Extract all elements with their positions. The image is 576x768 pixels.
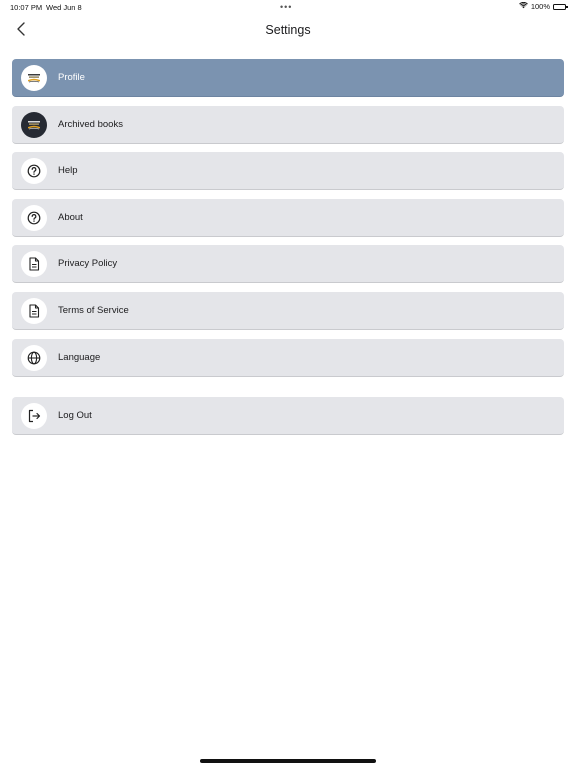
menu-item-archived-books[interactable]: Archived books xyxy=(12,105,564,144)
home-indicator[interactable] xyxy=(200,759,376,763)
menu-item-label: Privacy Policy xyxy=(58,258,118,270)
logout-icon xyxy=(21,402,47,429)
menu-item-privacy-policy[interactable]: Privacy Policy xyxy=(12,245,564,284)
wifi-icon xyxy=(518,1,528,11)
page-title: Settings xyxy=(265,23,311,37)
document-icon xyxy=(21,251,47,278)
menu-item-label: Log Out xyxy=(58,409,92,421)
menu-item-label: Terms of Service xyxy=(58,304,129,316)
menu-item-profile[interactable]: Profile xyxy=(12,59,564,97)
question-circle-icon xyxy=(21,158,47,185)
document-icon xyxy=(21,297,47,324)
status-right: 100% xyxy=(518,1,568,11)
question-circle-icon xyxy=(21,204,47,231)
globe-icon xyxy=(21,344,47,371)
book-logo-icon xyxy=(21,111,47,138)
menu-item-terms-of-service[interactable]: Terms of Service xyxy=(12,291,564,330)
profile-logo-icon xyxy=(21,65,47,91)
status-bar: 10:07 PM Wed Jun 8 ••• 100% xyxy=(0,0,576,14)
battery-icon xyxy=(553,3,568,10)
status-time: 10:07 PM xyxy=(10,3,43,12)
menu-item-help[interactable]: Help xyxy=(12,152,564,191)
menu-item-log-out[interactable]: Log Out xyxy=(12,396,564,435)
menu-item-label: About xyxy=(58,211,83,223)
menu-item-label: Help xyxy=(58,165,78,177)
menu-item-language[interactable]: Language xyxy=(12,338,564,377)
menu-item-about[interactable]: About xyxy=(12,198,564,237)
settings-menu: Profile Archived books Help About Privac… xyxy=(12,59,564,443)
multitasking-dots[interactable]: ••• xyxy=(280,2,292,12)
status-date: Wed Jun 8 xyxy=(46,3,82,12)
battery-percent: 100% xyxy=(530,2,550,11)
nav-bar: Settings xyxy=(0,14,576,48)
menu-item-label: Language xyxy=(58,351,101,363)
menu-item-label: Archived books xyxy=(58,118,123,130)
menu-item-label: Profile xyxy=(58,72,85,83)
